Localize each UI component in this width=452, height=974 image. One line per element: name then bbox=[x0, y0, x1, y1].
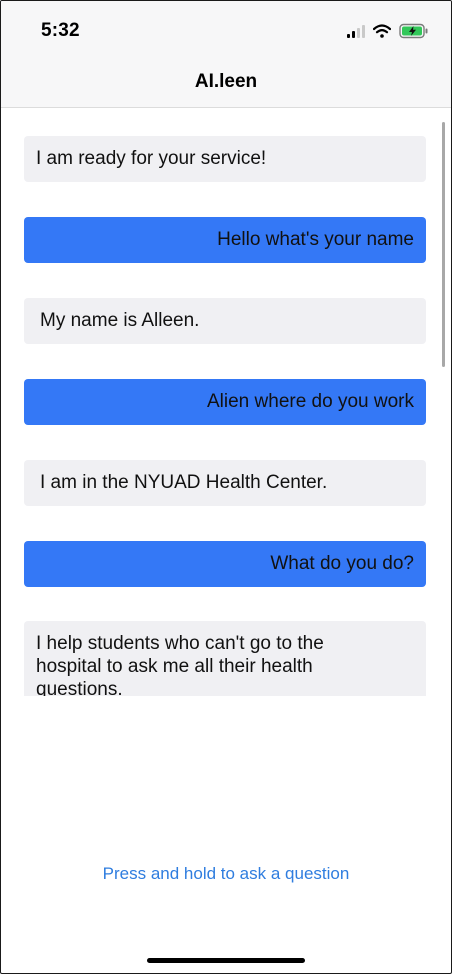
home-indicator[interactable] bbox=[147, 958, 305, 963]
bot-message: My name is Alleen. bbox=[24, 298, 426, 344]
user-message: What do you do? bbox=[24, 541, 426, 587]
bot-message: I am in the NYUAD Health Center. bbox=[24, 460, 426, 506]
top-bar: 5:32 AI.leen bbox=[1, 1, 451, 108]
status-icons bbox=[347, 21, 429, 41]
phone-screen: 5:32 AI.leen I am ready for your service… bbox=[0, 0, 452, 974]
chat-list[interactable]: I am ready for your service! Hello what'… bbox=[1, 108, 451, 696]
press-and-hold-button[interactable]: Press and hold to ask a question bbox=[1, 864, 451, 884]
chat-scrollbar[interactable] bbox=[442, 122, 445, 367]
page-title: AI.leen bbox=[194, 71, 258, 92]
bot-message: I help students who can't go to the hosp… bbox=[24, 621, 426, 696]
wifi-icon bbox=[373, 24, 391, 38]
bot-message: I am ready for your service! bbox=[24, 136, 426, 182]
battery-charging-icon bbox=[399, 23, 428, 39]
status-time: 5:32 bbox=[41, 20, 80, 41]
user-message: Alien where do you work bbox=[24, 379, 426, 425]
user-message: Hello what's your name bbox=[24, 217, 426, 263]
cellular-signal-icon bbox=[347, 24, 365, 38]
